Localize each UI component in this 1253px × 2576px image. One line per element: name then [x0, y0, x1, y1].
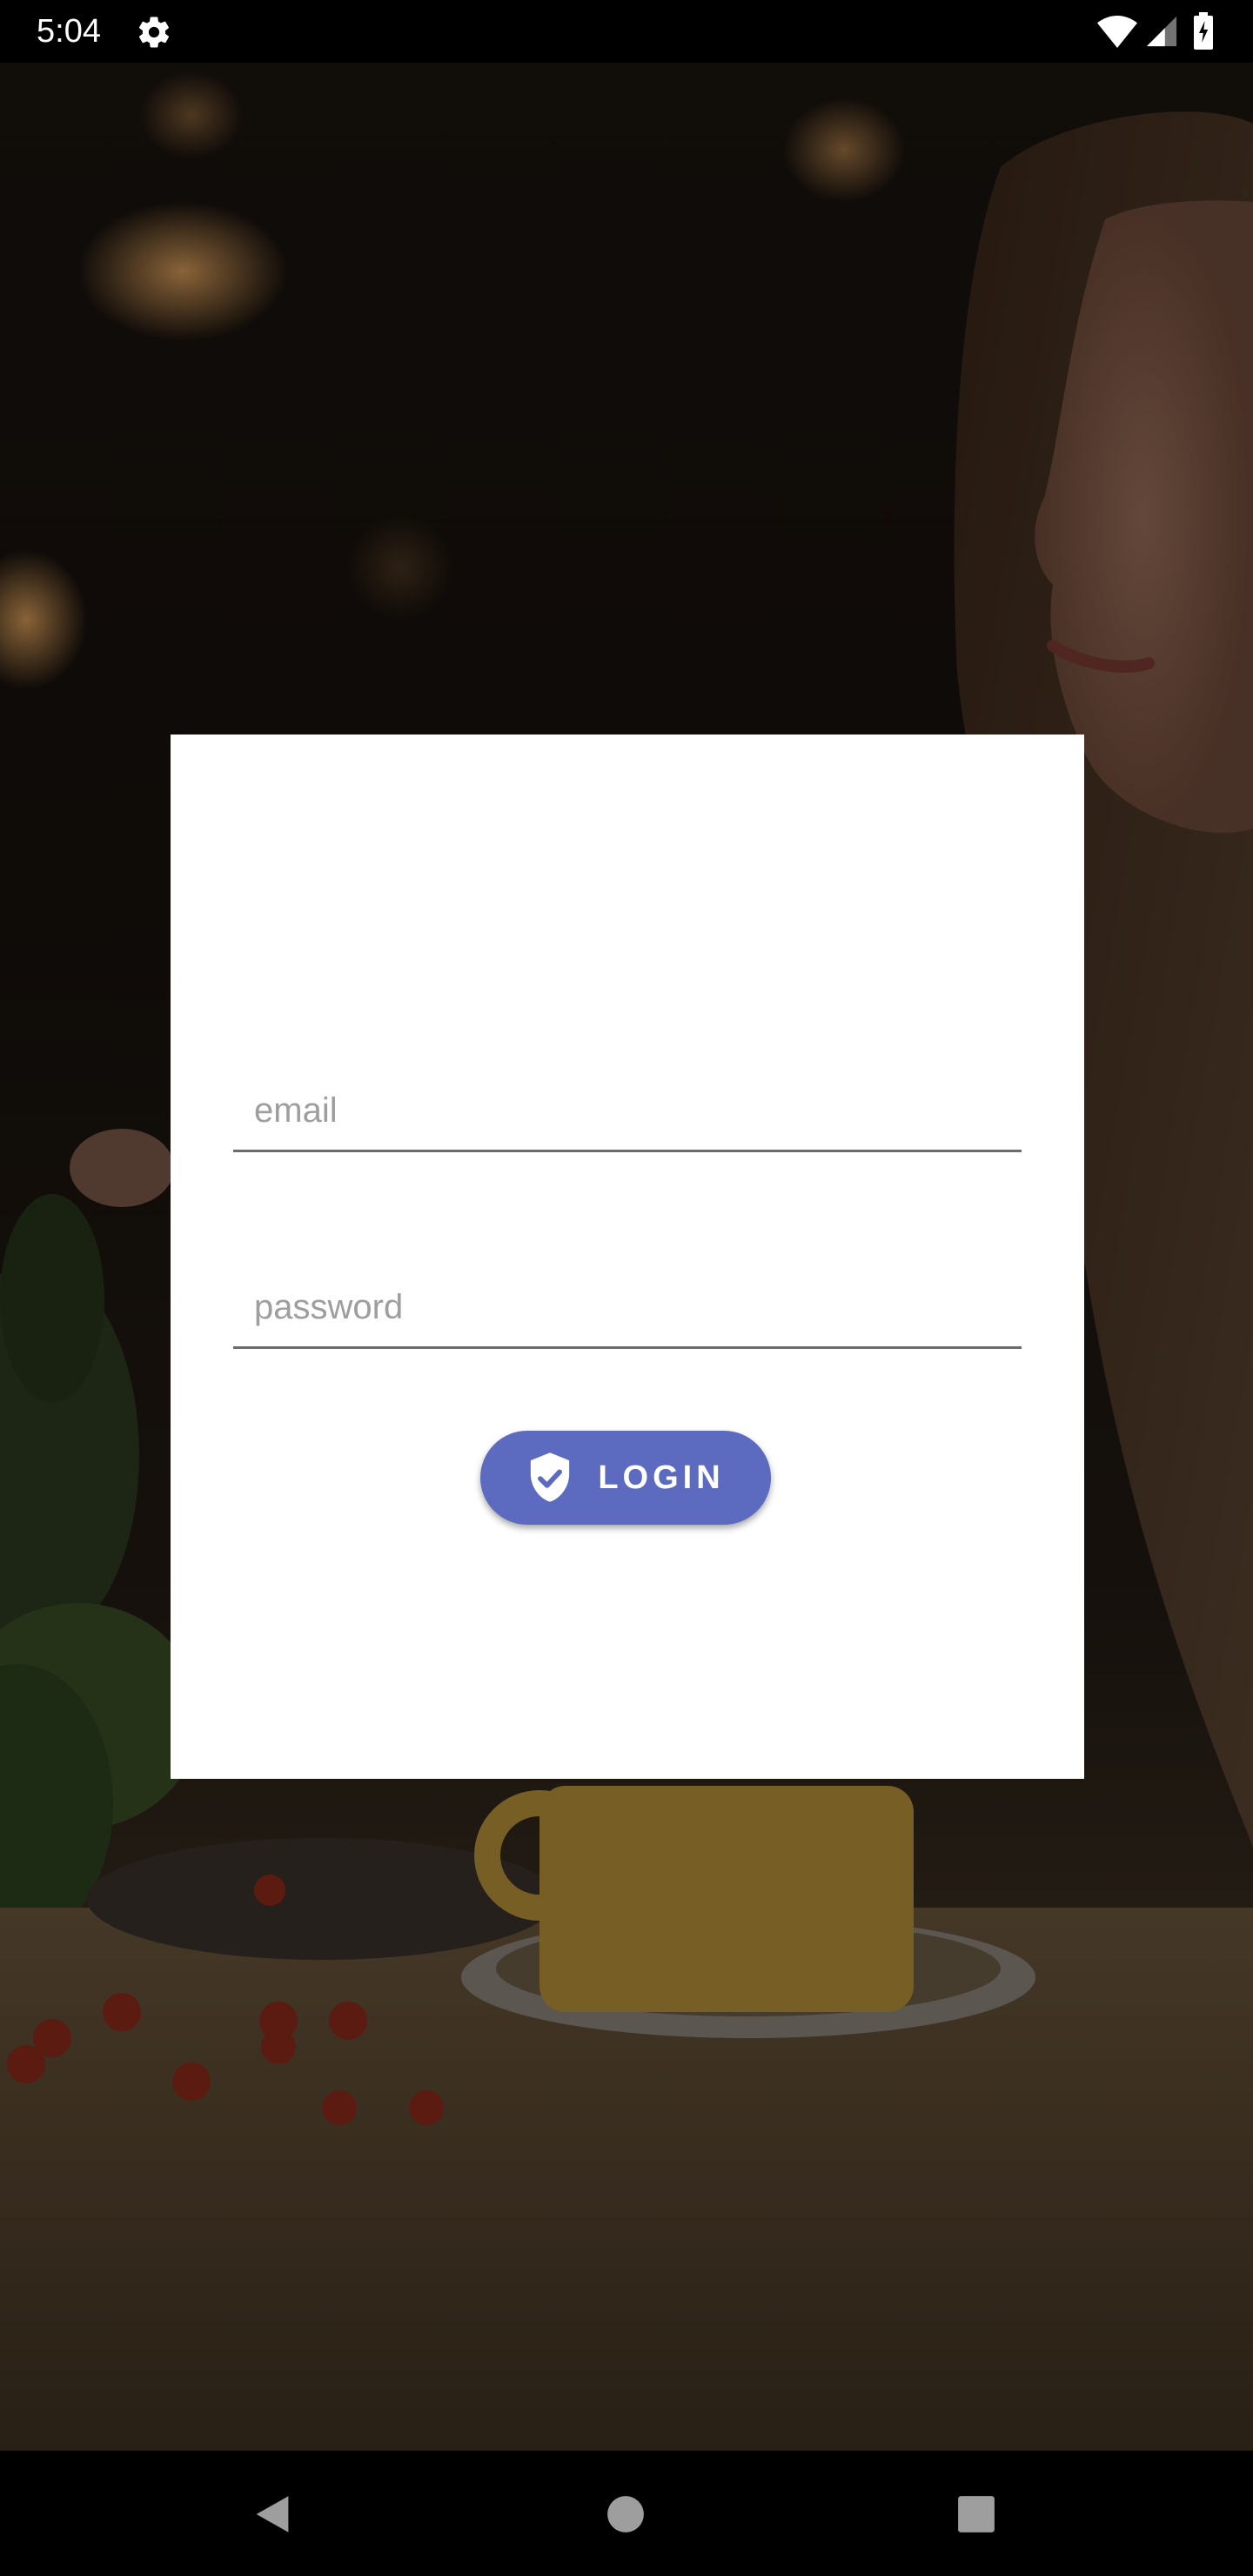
wifi-icon	[1097, 16, 1137, 48]
login-screen: 5:04 email LOGIN	[0, 0, 1253, 2576]
status-time: 5:04	[37, 13, 101, 50]
email-input[interactable]	[233, 1080, 1022, 1141]
gear-icon	[138, 17, 170, 48]
status-bar: 5:04	[0, 0, 1253, 63]
recents-icon[interactable]	[957, 2495, 995, 2533]
navigation-bar	[0, 2451, 1253, 2576]
cell-signal-icon	[1146, 16, 1177, 47]
email-field-container	[233, 1057, 1022, 1152]
shield-check-icon	[531, 1452, 570, 1502]
password-input[interactable]	[233, 1277, 1022, 1338]
login-button[interactable]: LOGIN	[480, 1431, 771, 1525]
home-icon[interactable]	[606, 2495, 645, 2533]
login-button-label: LOGIN	[598, 1459, 725, 1496]
battery-icon	[1194, 12, 1213, 50]
password-field-container	[233, 1253, 1022, 1349]
back-icon[interactable]	[252, 2494, 292, 2534]
login-card: LOGIN	[171, 735, 1084, 1779]
